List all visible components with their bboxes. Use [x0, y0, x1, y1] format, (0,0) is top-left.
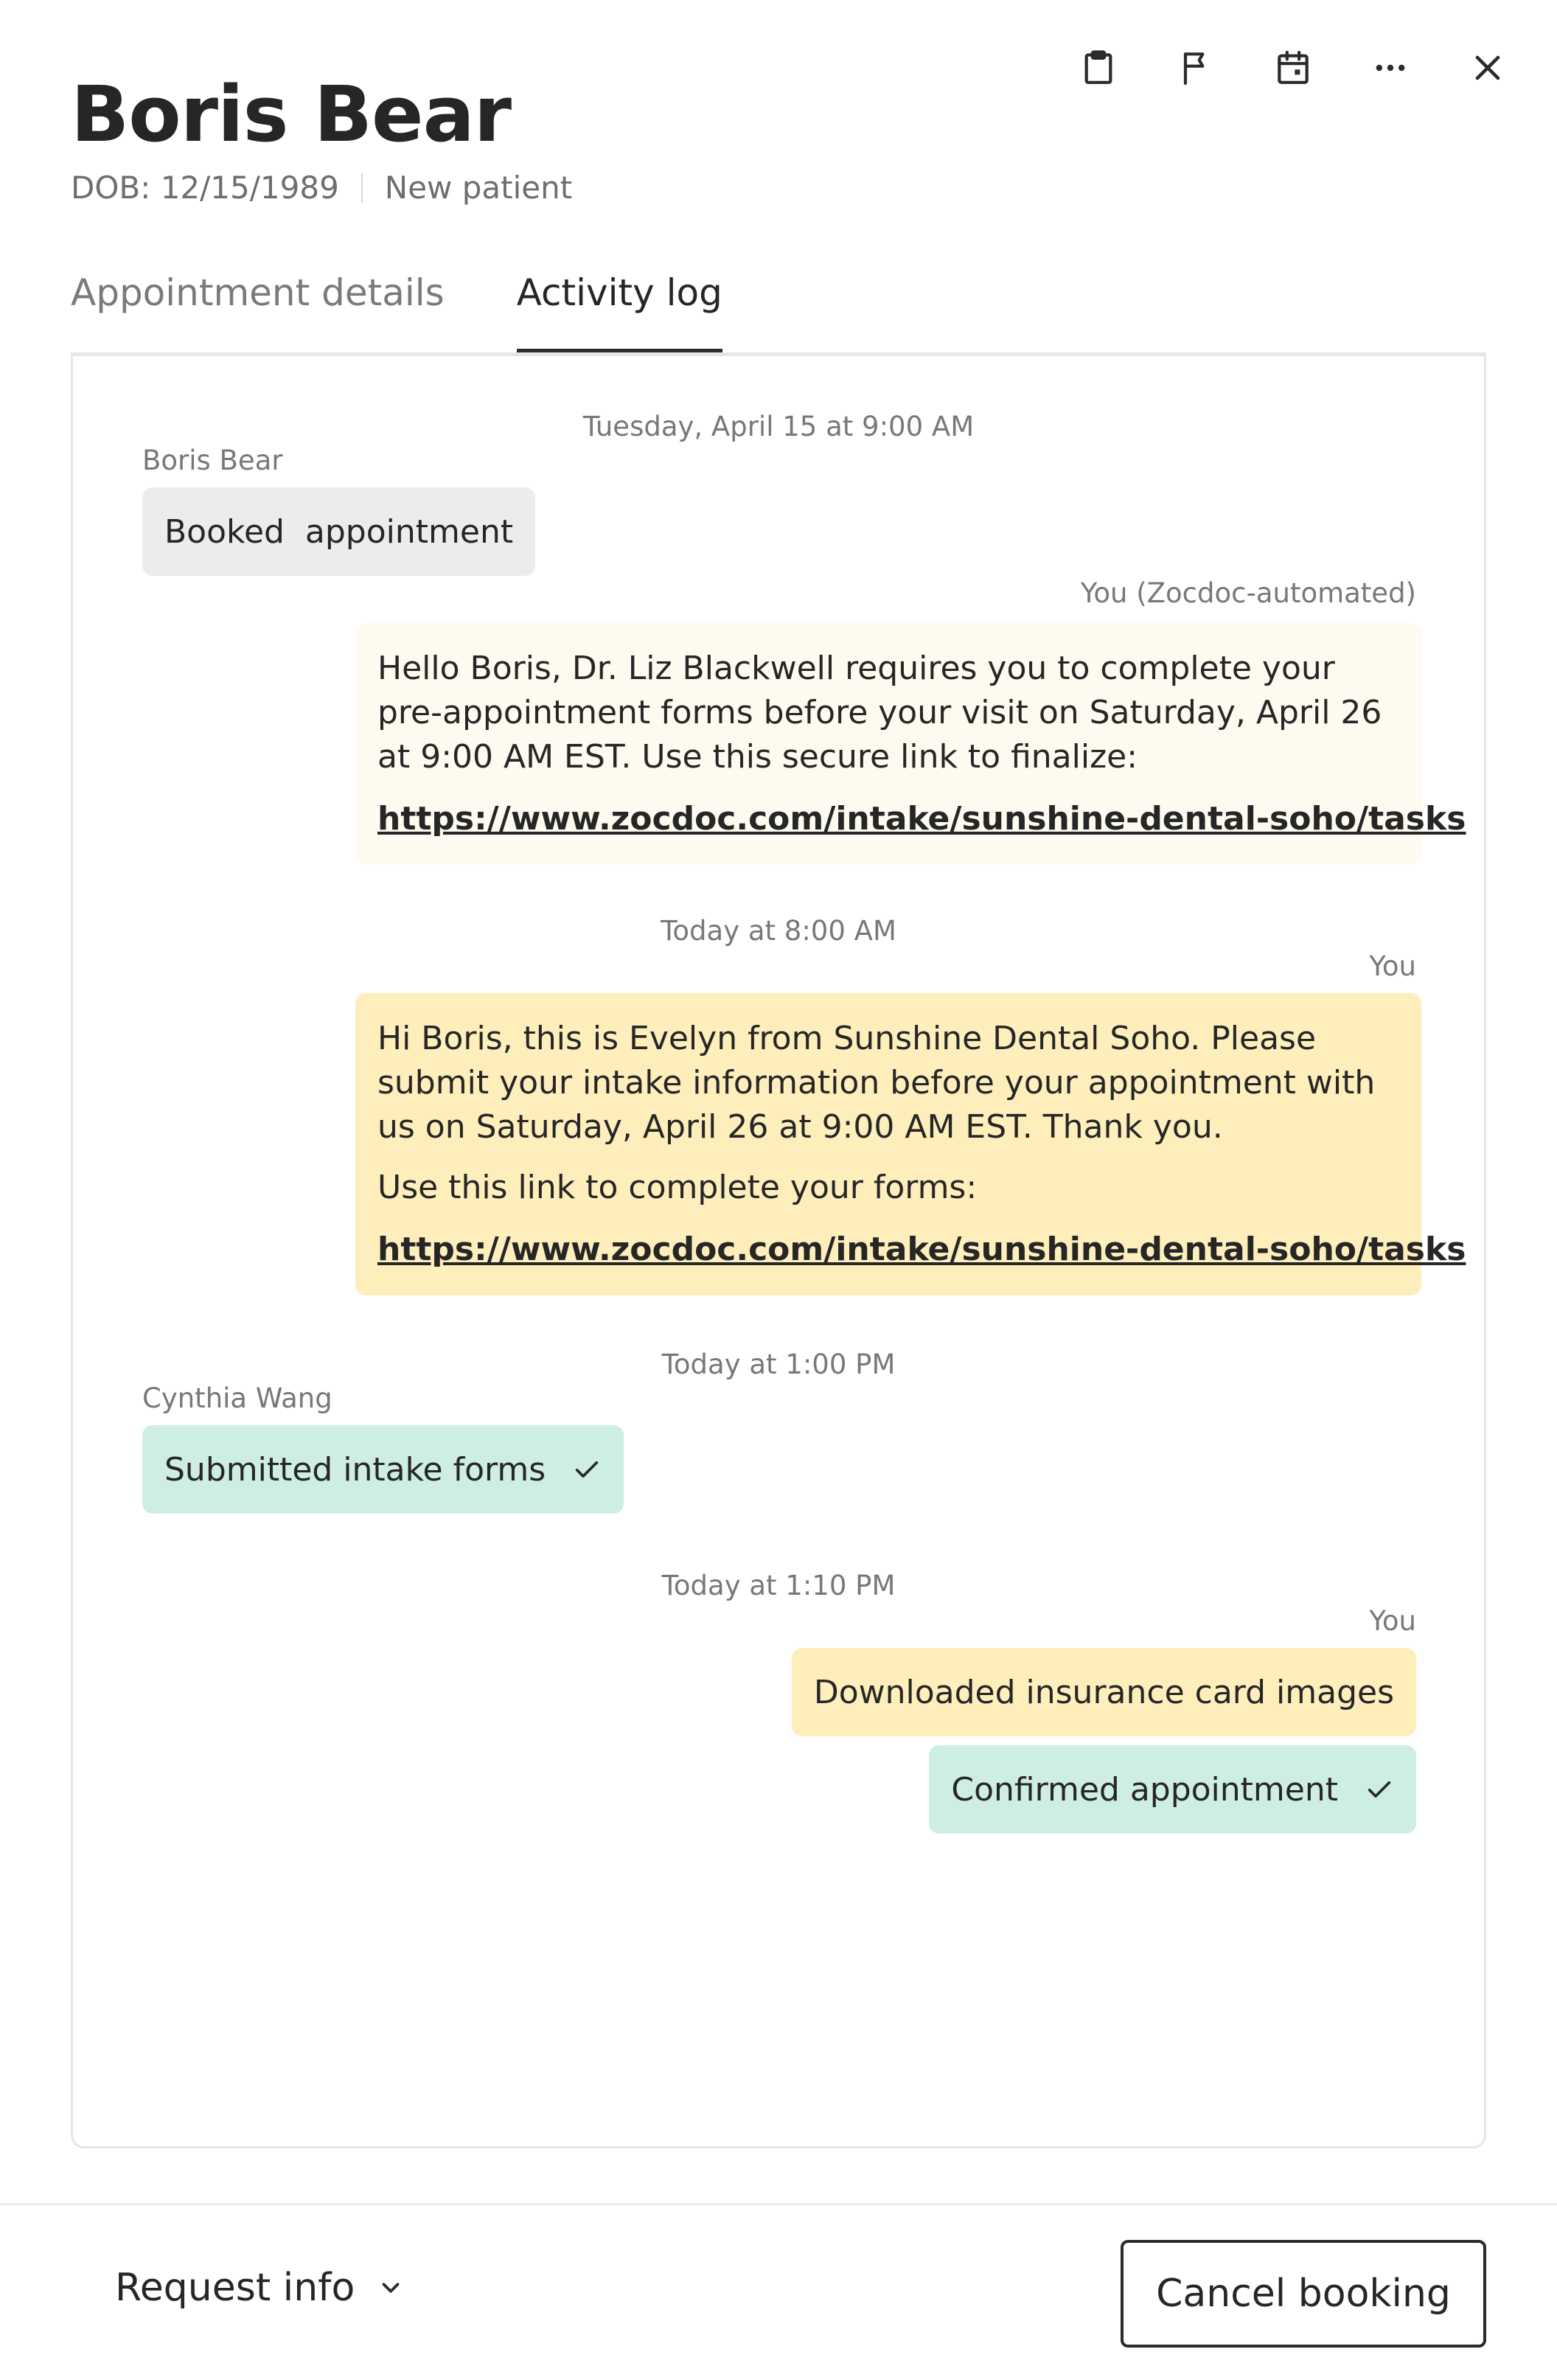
- patient-meta: DOB: 12/15/1989 New patient: [71, 170, 572, 206]
- activity-chip-booked: Booked appointment: [142, 487, 536, 576]
- clipboard-icon[interactable]: [1076, 46, 1121, 90]
- activity-chip-label: Booked appointment: [164, 512, 514, 551]
- log-timestamp: Tuesday, April 15 at 9:00 AM: [582, 411, 975, 442]
- chevron-down-icon: [382, 2283, 400, 2293]
- calendar-icon[interactable]: [1271, 46, 1315, 90]
- message-text-secondary: Use this link to complete your forms:: [377, 1169, 978, 1206]
- patient-dob: DOB: 12/15/1989: [71, 170, 339, 206]
- cancel-booking-button[interactable]: Cancel booking: [1121, 2240, 1486, 2348]
- tab-bar: Appointment details Activity log: [71, 267, 795, 354]
- request-info-label: Request info: [115, 2266, 355, 2310]
- activity-chip-confirmed: Confirmed appointment: [929, 1745, 1416, 1834]
- entry-author: You: [1369, 950, 1416, 982]
- flag-icon[interactable]: [1174, 46, 1218, 90]
- activity-chip-downloaded: Downloaded insurance card images: [791, 1648, 1416, 1736]
- log-timestamp: Today at 1:10 PM: [661, 1570, 896, 1601]
- check-icon: [572, 1455, 602, 1484]
- log-timestamp: Today at 1:00 PM: [661, 1349, 896, 1380]
- message-text: Hi Boris, this is Evelyn from Sunshine D…: [377, 1020, 1376, 1146]
- entry-author: You (Zocdoc-automated): [1080, 577, 1416, 609]
- check-icon: [1365, 1775, 1394, 1804]
- activity-chip-label: Submitted intake forms: [164, 1450, 546, 1489]
- meta-divider: [360, 173, 363, 203]
- entry-author: You: [1369, 1605, 1416, 1637]
- message-text: Hello Boris, Dr. Liz Blackwell requires …: [377, 650, 1382, 776]
- header-actions: [1076, 46, 1510, 90]
- activity-chip-label: Confirmed appointment: [951, 1770, 1338, 1809]
- entry-author: Cynthia Wang: [142, 1382, 332, 1414]
- log-timestamp: Today at 8:00 AM: [661, 915, 896, 947]
- close-icon[interactable]: [1466, 46, 1510, 90]
- patient-name: Boris Bear: [71, 69, 512, 159]
- intake-forms-link[interactable]: https://www.zocdoc.com/intake/sunshine-d…: [377, 1228, 1466, 1272]
- tab-appointment-details[interactable]: Appointment details: [71, 267, 445, 354]
- activity-chip-label: Downloaded insurance card images: [813, 1673, 1394, 1711]
- activity-chip-submitted: Submitted intake forms: [142, 1425, 624, 1514]
- entry-author: Boris Bear: [142, 445, 283, 476]
- patient-status: New patient: [384, 170, 573, 206]
- message-bubble-staff: Hi Boris, this is Evelyn from Sunshine D…: [355, 993, 1466, 1295]
- intake-forms-link[interactable]: https://www.zocdoc.com/intake/sunshine-d…: [377, 797, 1466, 841]
- message-bubble-automated: Hello Boris, Dr. Liz Blackwell requires …: [355, 623, 1466, 865]
- footer-bar: Request info Cancel booking: [0, 2203, 1557, 2380]
- tab-activity-log[interactable]: Activity log: [516, 267, 722, 354]
- request-info-dropdown[interactable]: Request info: [115, 2266, 405, 2310]
- activity-log-panel: Tuesday, April 15 at 9:00 AM Boris Bear …: [71, 352, 1486, 2148]
- more-icon[interactable]: [1368, 46, 1413, 90]
